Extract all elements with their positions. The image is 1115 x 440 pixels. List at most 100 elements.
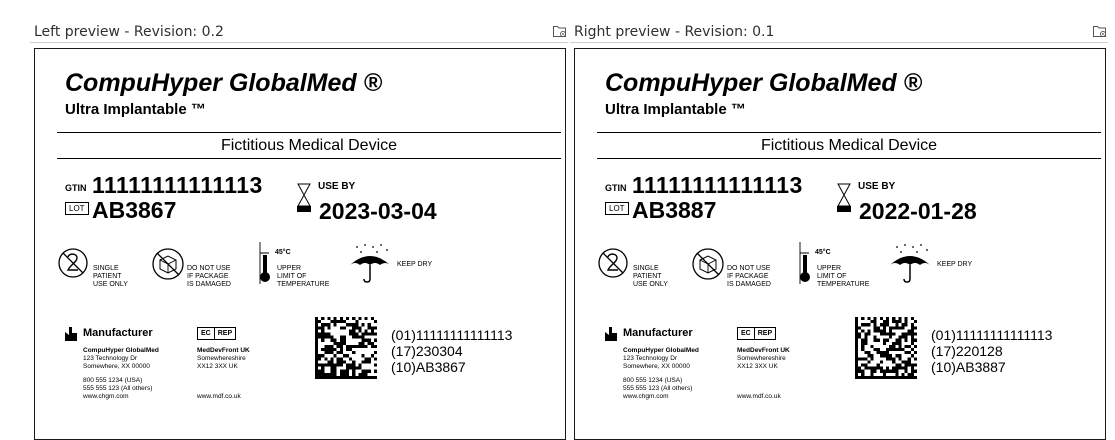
do-not-use-text: IF PACKAGE	[187, 273, 229, 280]
temperature-text: TEMPERATURE	[817, 281, 870, 288]
udi-line: (10)AB3867	[391, 359, 466, 375]
temperature-limit-value: 45°C	[815, 249, 831, 256]
do-not-use-text: DO NOT USE	[727, 265, 771, 272]
right-preview-title: Right preview - Revision: 0.1	[574, 24, 775, 40]
gtin-value: 11111111111113	[632, 172, 803, 198]
left-preview-header: Left preview - Revision: 0.2	[30, 22, 568, 43]
manufacturer-address: 123 Technology Dr	[623, 355, 678, 362]
manufacturer-website: www.chgm.com	[83, 393, 129, 400]
single-patient-text: SINGLE	[633, 265, 659, 272]
gtin-label: GTIN	[65, 183, 87, 193]
keep-dry-text: KEEP DRY	[397, 261, 433, 268]
datamatrix-barcode	[315, 317, 377, 379]
manufacturer-icon	[605, 327, 617, 341]
ec-label: EC	[741, 330, 751, 337]
do-not-use-text: DO NOT USE	[187, 265, 231, 272]
rep-address: Somewhereshire	[737, 355, 786, 362]
use-by-date: 2023-03-04	[319, 198, 437, 224]
product-name: Ultra Implantable ™	[605, 101, 746, 118]
brand-name: CompuHyper GlobalMed ®	[65, 69, 383, 97]
divider	[57, 132, 561, 133]
product-name: Ultra Implantable ™	[65, 101, 206, 118]
temperature-text: TEMPERATURE	[277, 281, 330, 288]
hourglass-icon	[837, 183, 851, 212]
right-preview-pane: Right preview - Revision: 0.1 CompuHyper…	[570, 0, 1108, 440]
rep-name: MedDevFront UK	[197, 347, 250, 354]
do-not-use-text: IS DAMAGED	[727, 281, 771, 288]
temperature-text: UPPER	[817, 265, 842, 272]
manufacturer-website: www.chgm.com	[623, 393, 669, 400]
manufacturer-name: CompuHyper GlobalMed	[623, 347, 699, 354]
lot-label: LOT	[65, 202, 89, 215]
left-preview-title: Left preview - Revision: 0.2	[34, 24, 224, 40]
open-folder-icon[interactable]	[1092, 23, 1108, 39]
use-by-date: 2022-01-28	[859, 198, 977, 224]
temperature-text: LIMIT OF	[277, 273, 307, 280]
ec-label: EC	[201, 330, 211, 337]
manufacturer-title: Manufacturer	[83, 327, 153, 339]
divider	[597, 158, 1101, 159]
rep-address: XX12 3XX UK	[197, 363, 238, 370]
rep-label: REP	[213, 328, 235, 339]
device-description: Fictitious Medical Device	[760, 137, 938, 154]
single-patient-text: SINGLE	[93, 265, 119, 272]
temperature-limit-value: 45°C	[275, 249, 291, 256]
rep-name: MedDevFront UK	[737, 347, 790, 354]
manufacturer-title: Manufacturer	[623, 327, 693, 339]
udi-line: (10)AB3887	[931, 359, 1006, 375]
do-not-use-if-damaged-icon	[152, 248, 184, 280]
keep-dry-text: KEEP DRY	[937, 261, 973, 268]
rep-address: Somewhereshire	[197, 355, 246, 362]
use-by-label: USE BY	[858, 181, 896, 192]
hourglass-icon	[297, 183, 311, 212]
thermometer-icon	[259, 242, 270, 284]
lot-value: AB3887	[632, 197, 717, 223]
rep-address: XX12 3XX UK	[737, 363, 778, 370]
manufacturer-phone: 800 555 1234 (USA)	[623, 377, 683, 384]
manufacturer-name: CompuHyper GlobalMed	[83, 347, 159, 354]
right-label-preview: CompuHyper GlobalMed ® Ultra Implantable…	[574, 48, 1106, 440]
right-preview-header: Right preview - Revision: 0.1	[570, 22, 1108, 43]
keep-dry-icon	[890, 244, 930, 283]
lot-label: LOT	[605, 202, 629, 215]
lot-value: AB3867	[92, 197, 177, 223]
manufacturer-address: Somewhere, XX 00000	[83, 363, 150, 370]
manufacturer-icon	[65, 327, 77, 341]
rep-website: www.mdf.co.uk	[737, 393, 781, 400]
divider	[597, 132, 1101, 133]
manufacturer-address: Somewhere, XX 00000	[623, 363, 690, 370]
do-not-use-text: IF PACKAGE	[727, 273, 769, 280]
use-by-label: USE BY	[318, 181, 356, 192]
single-patient-text: USE ONLY	[633, 281, 668, 288]
single-patient-text: USE ONLY	[93, 281, 128, 288]
brand-name: CompuHyper GlobalMed ®	[605, 69, 923, 97]
udi-line: (01)11111111111113	[391, 327, 513, 343]
manufacturer-phone: 800 555 1234 (USA)	[83, 377, 143, 384]
temperature-text: UPPER	[277, 265, 302, 272]
ec-rep-badge: EC REP	[197, 327, 237, 340]
do-not-use-text: IS DAMAGED	[187, 281, 231, 288]
manufacturer-phone: 555 555 123 (All others)	[83, 385, 153, 392]
open-folder-icon[interactable]	[552, 23, 568, 39]
single-use-icon	[58, 248, 88, 278]
manufacturer-address: 123 Technology Dr	[83, 355, 138, 362]
gtin-label: GTIN	[605, 183, 627, 193]
manufacturer-phone: 555 555 123 (All others)	[623, 385, 693, 392]
temperature-text: LIMIT OF	[817, 273, 847, 280]
left-label-preview: CompuHyper GlobalMed ® Ultra Implantable…	[34, 48, 566, 440]
gtin-value: 11111111111113	[92, 172, 263, 198]
udi-line: (01)11111111111113	[931, 327, 1053, 343]
left-preview-pane: Left preview - Revision: 0.2 CompuHyper …	[30, 0, 568, 440]
device-description: Fictitious Medical Device	[220, 137, 398, 154]
single-patient-text: PATIENT	[93, 273, 122, 280]
rep-label: REP	[753, 328, 775, 339]
ec-rep-badge: EC REP	[737, 327, 777, 340]
keep-dry-icon	[350, 244, 390, 283]
thermometer-icon	[799, 242, 810, 284]
divider	[57, 158, 561, 159]
rep-website: www.mdf.co.uk	[197, 393, 241, 400]
single-patient-text: PATIENT	[633, 273, 662, 280]
single-use-icon	[598, 248, 628, 278]
udi-line: (17)230304	[391, 343, 463, 359]
udi-line: (17)220128	[931, 343, 1003, 359]
